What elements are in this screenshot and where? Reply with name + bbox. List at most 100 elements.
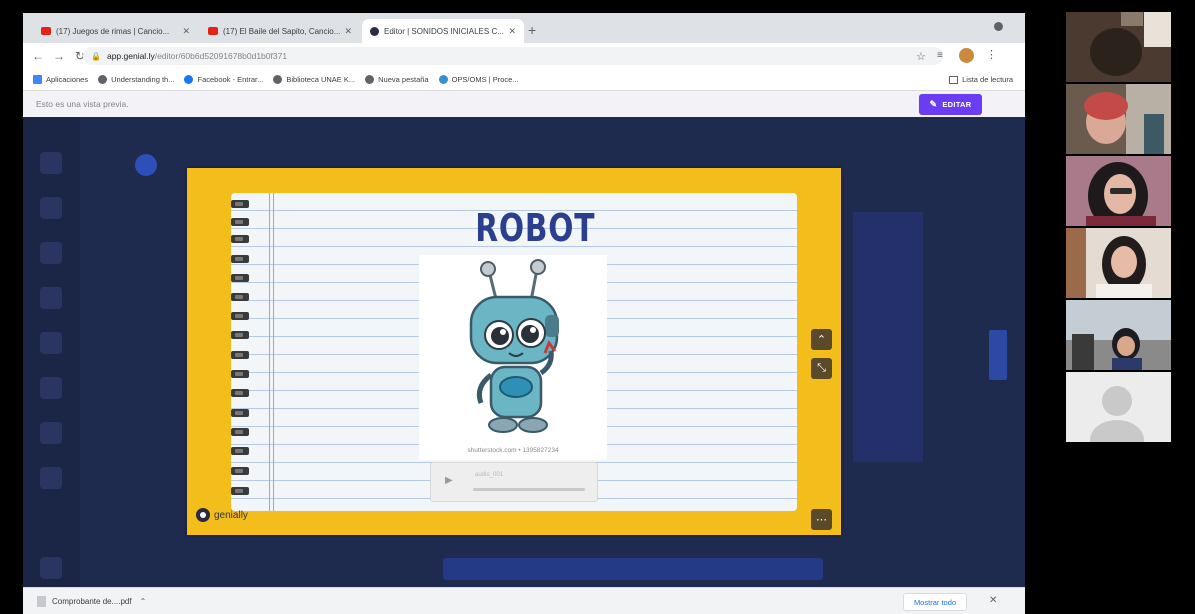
spiral-ring: [231, 370, 249, 378]
image-watermark: shutterstock.com • 1395827234: [467, 447, 559, 454]
add-page-icon: [135, 154, 157, 176]
genially-logo-text: genially: [214, 509, 248, 521]
genially-logo-icon: [196, 508, 210, 522]
close-tab-icon[interactable]: ✕: [504, 26, 516, 37]
spiral-ring: [231, 331, 249, 339]
editor-side-panel: [853, 212, 923, 462]
previous-page-button[interactable]: ⌃: [811, 329, 832, 350]
close-icon[interactable]: ✕: [989, 595, 997, 606]
preview-notice: Esto es una vista previa.: [36, 99, 129, 109]
participant-video-5: [1066, 300, 1171, 370]
spiral-ring: [231, 255, 249, 263]
sidebar-tool-icon: [40, 242, 62, 264]
tab-juegos-de-rimas[interactable]: (17) Juegos de rimas | Cancio... ✕: [33, 19, 198, 43]
spiral-ring: [231, 200, 249, 208]
editor-bottom-toolbar: [443, 558, 823, 580]
participant-video-3: [1066, 156, 1171, 226]
bookmark-ops-oms[interactable]: OPS/OMS | Proce...: [438, 75, 519, 84]
play-icon[interactable]: ▶: [445, 475, 453, 486]
tab-label: Editor | SONIDOS INICIALES C...: [384, 26, 504, 36]
show-all-downloads-button[interactable]: Mostrar todo: [903, 593, 967, 611]
address-host: app.genial.ly: [106, 51, 155, 61]
participant-photo: [1066, 228, 1171, 298]
globe-icon: [98, 75, 108, 84]
participant-photo: [1066, 156, 1171, 226]
bookmark-aplicaciones[interactable]: Aplicaciones: [33, 75, 88, 84]
tab-editor-genially[interactable]: Editor | SONIDOS INICIALES C... ✕: [362, 19, 524, 43]
apps-icon: [33, 75, 42, 84]
bookmark-biblioteca[interactable]: Biblioteca UNAE K...: [273, 75, 355, 84]
spiral-ring: [231, 218, 249, 226]
bookmark-label: Biblioteca UNAE K...: [286, 75, 356, 84]
spiral-ring: [231, 312, 249, 320]
tab-bar: (17) Juegos de rimas | Cancio... ✕ (17) …: [23, 13, 1025, 43]
bookmark-facebook[interactable]: Facebook - Entrar...: [184, 75, 263, 84]
more-options-button[interactable]: ⋯: [811, 509, 832, 530]
genially-logo: genially: [196, 508, 248, 522]
address-path: /editor/60b6d52091678b0d1b0f371: [154, 51, 288, 61]
pencil-icon: ✎: [929, 99, 938, 109]
sidebar-tool-icon: [40, 287, 62, 309]
margin-line: [269, 193, 270, 511]
spiral-ring: [231, 235, 249, 243]
bookmark-label: Nueva pestaña: [378, 75, 429, 84]
download-file-name: Comprobante de....pdf: [52, 597, 132, 606]
edit-button-label: EDITAR: [942, 100, 972, 109]
slide-preview: ROBOT shutterstock.com • 1395827234 ▶ au…: [187, 168, 841, 535]
tab-label: (17) Juegos de rimas | Cancio...: [56, 26, 170, 36]
sidebar-tool-icon: [40, 152, 62, 174]
sidebar-tool-icon: [40, 377, 62, 399]
avatar-placeholder-body: [1090, 420, 1144, 442]
reading-mode-icon[interactable]: ≡: [937, 50, 943, 61]
reading-list-button[interactable]: Lista de lectura: [949, 75, 1013, 84]
address-bar[interactable]: 🔒 app.genial.ly /editor/60b6d52091678b0d…: [83, 47, 943, 65]
robot-illustration-icon: [469, 259, 559, 433]
collapse-icon: ⤡: [817, 362, 826, 374]
notebook-page: ROBOT shutterstock.com • 1395827234 ▶ au…: [231, 193, 797, 511]
bookmark-nueva-pestana[interactable]: Nueva pestaña: [365, 75, 429, 84]
audio-player[interactable]: ▶ audio_001: [430, 462, 598, 502]
robot-image: shutterstock.com • 1395827234: [419, 255, 607, 460]
lock-icon: 🔒: [91, 51, 101, 61]
fit-screen-button[interactable]: ⤡: [811, 358, 832, 379]
spiral-ring: [231, 428, 249, 436]
download-item[interactable]: Comprobante de....pdf ⌃: [37, 596, 146, 607]
browser-toolbar: ← → ↻ 🔒 app.genial.ly /editor/60b6d52091…: [23, 43, 1025, 69]
facebook-icon: [184, 75, 194, 84]
audio-file-name: audio_001: [475, 472, 504, 478]
forward-arrow-icon[interactable]: →: [53, 49, 65, 63]
chevron-up-icon: ⌃: [816, 334, 827, 346]
participant-video-1: [1066, 12, 1171, 82]
audio-progress-track[interactable]: [473, 488, 585, 491]
bookmarks-bar: Aplicaciones Understanding th... Faceboo…: [23, 69, 1025, 91]
preview-notice-bar: Esto es una vista previa. ✎ EDITAR: [23, 91, 1025, 117]
globe-icon: [273, 75, 283, 84]
account-circle-icon[interactable]: [994, 22, 1003, 31]
bookmark-label: Understanding th...: [111, 75, 175, 84]
close-tab-icon[interactable]: ✕: [340, 26, 352, 37]
close-tab-icon[interactable]: ✕: [178, 26, 190, 37]
spiral-ring: [231, 409, 249, 417]
new-tab-button[interactable]: +: [528, 22, 536, 38]
margin-line: [273, 193, 274, 511]
screen: (17) Juegos de rimas | Cancio... ✕ (17) …: [0, 0, 1195, 614]
ellipsis-icon: ⋯: [816, 514, 827, 526]
kebab-menu-icon[interactable]: ⋮: [986, 48, 997, 61]
downloads-bar: Comprobante de....pdf ⌃ Mostrar todo ✕: [23, 587, 1025, 614]
spiral-ring: [231, 293, 249, 301]
globe-icon: [365, 75, 375, 84]
chevron-up-icon[interactable]: ⌃: [140, 597, 147, 606]
editor-panel-tab: [989, 330, 1007, 380]
reading-list-icon: [949, 75, 959, 84]
profile-avatar[interactable]: [959, 48, 974, 63]
bookmark-star-icon[interactable]: ☆: [916, 50, 926, 63]
spiral-ring: [231, 447, 249, 455]
bookmark-understanding[interactable]: Understanding th...: [98, 75, 174, 84]
tab-baile-del-sapito[interactable]: (17) El Baile del Sapito, Cancio... ✕: [200, 19, 360, 43]
browser-window: (17) Juegos de rimas | Cancio... ✕ (17) …: [23, 13, 1025, 614]
spiral-ring: [231, 389, 249, 397]
edit-button[interactable]: ✎ EDITAR: [919, 94, 982, 115]
spiral-ring: [231, 351, 249, 359]
sidebar-tool-icon: [40, 197, 62, 219]
back-arrow-icon[interactable]: ←: [32, 49, 44, 63]
